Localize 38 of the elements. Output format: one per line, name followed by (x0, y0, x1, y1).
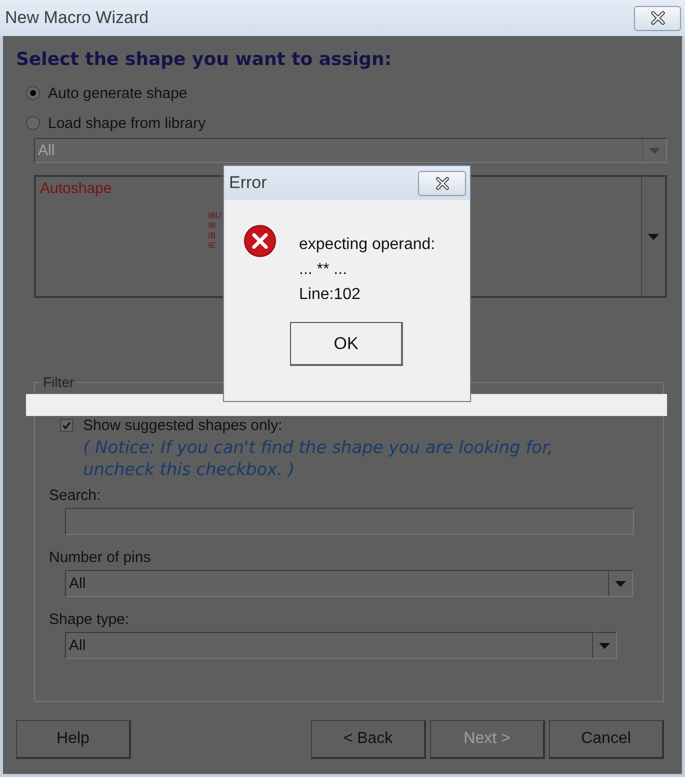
dropdown-arrow-icon (648, 234, 659, 240)
close-icon (650, 10, 666, 26)
error-message: expecting operand: (299, 235, 436, 255)
wizard-button[interactable]: < Back (311, 720, 426, 759)
shape-type-dropdown[interactable]: All (65, 632, 617, 659)
wizard-button[interactable]: Cancel (549, 720, 664, 759)
checkbox-label: Show suggested shapes only: (83, 416, 282, 434)
wizard-button[interactable]: Help (16, 720, 131, 759)
window-title: New Macro Wizard (5, 8, 149, 28)
radio-button[interactable] (26, 86, 40, 100)
field-label: Number of pins (49, 549, 152, 566)
close-button[interactable] (634, 6, 681, 30)
dropdown-arrow-icon (615, 580, 626, 586)
pin-label: IB (208, 221, 216, 231)
radio-label: Auto generate shape (48, 84, 188, 102)
checkbox[interactable] (60, 418, 73, 432)
close-button[interactable] (418, 170, 466, 196)
error-icon (243, 224, 277, 258)
preview-title: Autoshape (40, 180, 112, 197)
heading: Select the shape you want to assign: (16, 49, 393, 70)
field-label: Search: (49, 487, 102, 504)
pins-dropdown[interactable]: All (65, 570, 633, 597)
search-field[interactable] (65, 508, 634, 535)
field-label: Shape type: (49, 611, 130, 628)
pin-label: IB (208, 231, 216, 241)
dialog-title: Error (229, 173, 267, 193)
pin-label: IBU (208, 211, 222, 221)
ok-button[interactable]: OK (290, 322, 403, 366)
dropdown-arrow-icon (649, 148, 660, 154)
group-legend: Filter (41, 374, 76, 390)
error-message: Line:102 (299, 285, 362, 305)
pin-label: IE (208, 241, 216, 251)
notice-text: ( Notice: If you can't find the shape you are looking for, uncheck this checkbox. ) (83, 437, 554, 481)
radio-button[interactable] (26, 116, 40, 130)
close-icon (434, 176, 450, 190)
error-message: ... ** ... (299, 260, 348, 280)
radio-label: Load shape from library (48, 114, 206, 132)
dropdown-arrow-icon (599, 642, 610, 648)
